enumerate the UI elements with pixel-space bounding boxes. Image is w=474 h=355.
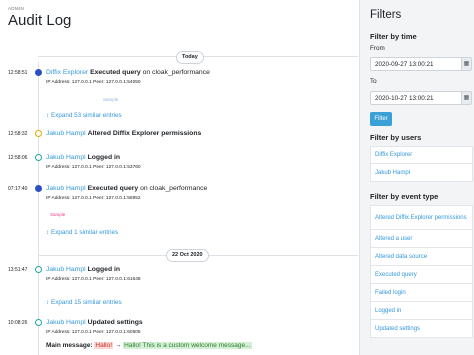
query-dot-icon — [35, 69, 42, 76]
timeline-line — [38, 62, 39, 355]
expand-similar-link[interactable]: ↕ Expand 1 similar entries — [46, 229, 118, 236]
entry-action: Executed query — [87, 185, 139, 192]
login-dot-icon — [35, 266, 42, 273]
user-filter-item[interactable]: Diffix Explorer — [370, 146, 473, 164]
filters-sidebar: Filters Filter by time From 2020-09-27 1… — [359, 0, 474, 355]
entry-time: 12:58:32 — [8, 131, 28, 137]
events-filter-list: Altered Diffix Explorer permissions Alte… — [370, 205, 473, 338]
entry-headline: Jakub Hampl Logged in — [46, 154, 120, 161]
from-label: From — [370, 45, 385, 52]
expand-label: Expand 1 similar entries — [51, 229, 119, 236]
event-filter-item[interactable]: Failed login — [370, 284, 473, 302]
audit-log-main: ADMIN Audit Log Today 12:58:51 Diffix Ex… — [0, 0, 358, 355]
settings-change-message: Main message: Hallo! → Hallo! This is a … — [46, 342, 252, 349]
login-dot-icon — [35, 154, 42, 161]
message-old-value: Hallo! — [94, 342, 114, 349]
calendar-icon[interactable]: ▦ — [461, 91, 472, 105]
expand-arrows-icon: ↕ — [46, 230, 49, 236]
entry-meta: IP Address: 127.0.0.1 Peer: 127.0.0.1:61… — [46, 277, 141, 282]
permission-dot-icon — [35, 130, 42, 137]
to-label: To — [370, 78, 377, 85]
entry-user-link[interactable]: Diffix Explorer — [46, 69, 88, 76]
message-label: Main message: — [46, 342, 93, 349]
entry-meta: IP Address: 127.0.0.1 Peer: 127.0.0.1:58… — [46, 196, 141, 201]
entry-headline: Jakub Hampl Logged in — [46, 266, 120, 273]
calendar-icon[interactable]: ▦ — [461, 57, 472, 71]
date-pill-today: Today — [176, 51, 204, 64]
entry-headline: Jakub Hampl Executed query on cloak_perf… — [46, 185, 207, 192]
entry-object-prefix: on — [140, 185, 148, 192]
filter-time-heading: Filter by time — [370, 32, 417, 41]
entry-meta: IP Address: 127.0.0.1 Peer: 127.0.0.1:54… — [46, 80, 141, 85]
entry-tag: Sample — [50, 212, 66, 217]
entry-headline: Diffix Explorer Executed query on cloak_… — [46, 69, 210, 76]
filters-title: Filters — [370, 9, 402, 21]
entry-object-prefix: on — [142, 69, 151, 76]
event-filter-item[interactable]: Executed query — [370, 266, 473, 284]
query-dot-icon — [35, 185, 42, 192]
to-datetime-input[interactable]: 2020-10-27 13:00:21 — [370, 91, 463, 105]
date-pill-oct22: 22 Oct 2020 — [166, 249, 209, 262]
users-filter-list: Diffix Explorer Jakub Hampl — [370, 146, 473, 182]
entry-object: cloak_performance — [149, 185, 208, 192]
user-filter-item[interactable]: Jakub Hampl — [370, 164, 473, 182]
entry-time: 12:58:51 — [8, 70, 28, 76]
entry-user-link[interactable]: Jakub Hampl — [46, 266, 86, 273]
entry-user-link[interactable]: Jakub Hampl — [46, 185, 86, 192]
settings-dot-icon — [35, 319, 42, 326]
filter-users-heading: Filter by users — [370, 133, 422, 142]
entry-headline: Jakub Hampl Updated settings — [46, 319, 143, 326]
entry-time: 13:51:47 — [8, 267, 28, 273]
event-filter-item[interactable]: Updated settings — [370, 320, 473, 338]
entry-object: cloak_performance — [152, 69, 210, 76]
entry-meta: IP Address: 127.0.0.1 Peer: 127.0.0.1:53… — [46, 165, 141, 170]
page-title: Audit Log — [8, 12, 72, 29]
entry-action: Logged in — [87, 154, 121, 161]
entry-action: Updated settings — [87, 319, 143, 326]
entry-user-link[interactable]: Jakub Hampl — [46, 319, 86, 326]
filter-event-heading: Filter by event type — [370, 192, 439, 201]
entry-tag: Sample — [103, 97, 119, 102]
expand-label: Expand 53 similar entries — [51, 112, 122, 119]
entry-time: 07:17:40 — [8, 186, 28, 192]
filter-button[interactable]: Filter — [370, 112, 392, 126]
entry-headline: Jakub Hampl Altered Diffix Explorer perm… — [46, 130, 201, 137]
from-datetime-input[interactable]: 2020-09-27 13:00:21 — [370, 57, 463, 71]
event-filter-item[interactable]: Altered a user — [370, 230, 473, 248]
entry-user-link[interactable]: Jakub Hampl — [46, 154, 86, 161]
entry-user-link[interactable]: Jakub Hampl — [46, 130, 86, 137]
expand-label: Expand 15 similar entries — [51, 299, 122, 306]
expand-similar-link[interactable]: ↕ Expand 53 similar entries — [46, 112, 122, 119]
message-new-value: Hallo! This is a custom welcome message.… — [123, 342, 252, 349]
expand-similar-link[interactable]: ↕ Expand 15 similar entries — [46, 299, 122, 306]
event-filter-item[interactable]: Logged in — [370, 302, 473, 320]
expand-arrows-icon: ↕ — [46, 300, 49, 306]
entry-action: Logged in — [87, 266, 121, 273]
entry-meta: IP Address: 127.0.0.1 Peer: 127.0.0.1:60… — [46, 330, 141, 335]
entry-time: 12:58:06 — [8, 155, 28, 161]
event-filter-item[interactable]: Altered Diffix Explorer permissions — [370, 205, 473, 230]
arrow-right-icon: → — [114, 342, 122, 349]
event-filter-item[interactable]: Altered data source — [370, 248, 473, 266]
page-eyebrow: ADMIN — [8, 6, 24, 11]
expand-arrows-icon: ↕ — [46, 113, 49, 119]
entry-action: Executed query — [90, 69, 141, 76]
entry-action: Altered Diffix Explorer permissions — [87, 130, 202, 137]
entry-time: 10:08:26 — [8, 320, 28, 326]
